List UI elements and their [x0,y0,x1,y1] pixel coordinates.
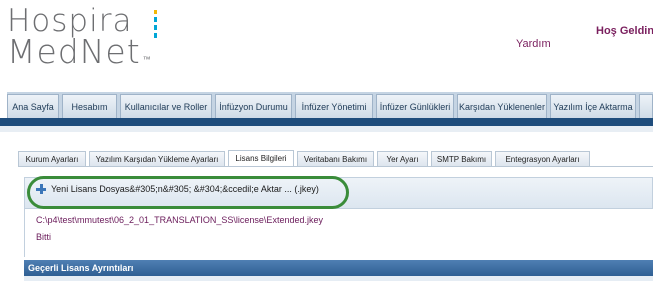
nav-software-import[interactable]: Yazılım İçe Aktarma [550,94,636,118]
logo-bar-segment [154,10,157,14]
tab-database-maintenance[interactable]: Veritabanı Bakımı [297,151,374,166]
nav-shadow [0,126,653,132]
hospira-mednet-logo: Hospira MedNet ™ [7,6,152,69]
logo-bar-segment [154,17,157,22]
highlight-annotation [27,176,349,209]
license-file-path: C:\p4\test\mmutest\06_2_01_TRANSLATION_S… [36,215,323,225]
nav-overflow-tab[interactable] [639,94,653,118]
tab-software-download-settings[interactable]: Yazılım Karşıdan Yükleme Ayarları [89,151,225,166]
tab-integration-settings[interactable]: Entegrasyon Ayarları [495,151,590,166]
logo-line-2: MedNet ™ [7,35,152,68]
tab-license-info[interactable]: Lisans Bilgileri [228,150,294,167]
help-link[interactable]: Yardım [516,38,551,50]
section-body [24,276,653,281]
tab-locale[interactable]: Yer Ayarı [377,151,428,166]
trademark-mark: ™ [142,55,152,64]
subtabs-underline [18,166,653,167]
tab-smtp-maintenance[interactable]: SMTP Bakımı [431,151,492,166]
main-nav: Ana Sayfa Hesabım Kullanıcılar ve Roller… [7,92,653,118]
logo-bar-segment [154,33,157,38]
logo-bar-icon [154,10,157,38]
nav-underline [0,118,653,126]
tab-institution-settings[interactable]: Kurum Ayarları [18,151,86,166]
nav-users-roles[interactable]: Kullanıcılar ve Roller [120,94,212,118]
nav-my-account[interactable]: Hesabım [62,94,117,118]
nav-home[interactable]: Ana Sayfa [7,94,59,118]
current-license-header: Geçerli Lisans Ayrıntıları [24,260,653,276]
welcome-text: Hoş Geldiniz [596,25,653,37]
logo-line-2-text: MedNet [7,32,141,71]
import-status: Bitti [36,232,52,242]
nav-infuser-management[interactable]: İnfüzer Yönetimi [295,94,373,118]
nav-infusion-status[interactable]: İnfüzyon Durumu [215,94,292,118]
app-header: Hospira MedNet™ Yardım Hoş Geldiniz [0,0,653,88]
logo-bar-segment [154,25,157,30]
nav-infuser-logs[interactable]: İnfüzer Günlükleri [376,94,454,118]
nav-downloads[interactable]: Karşıdan Yüklenenler [457,94,547,118]
